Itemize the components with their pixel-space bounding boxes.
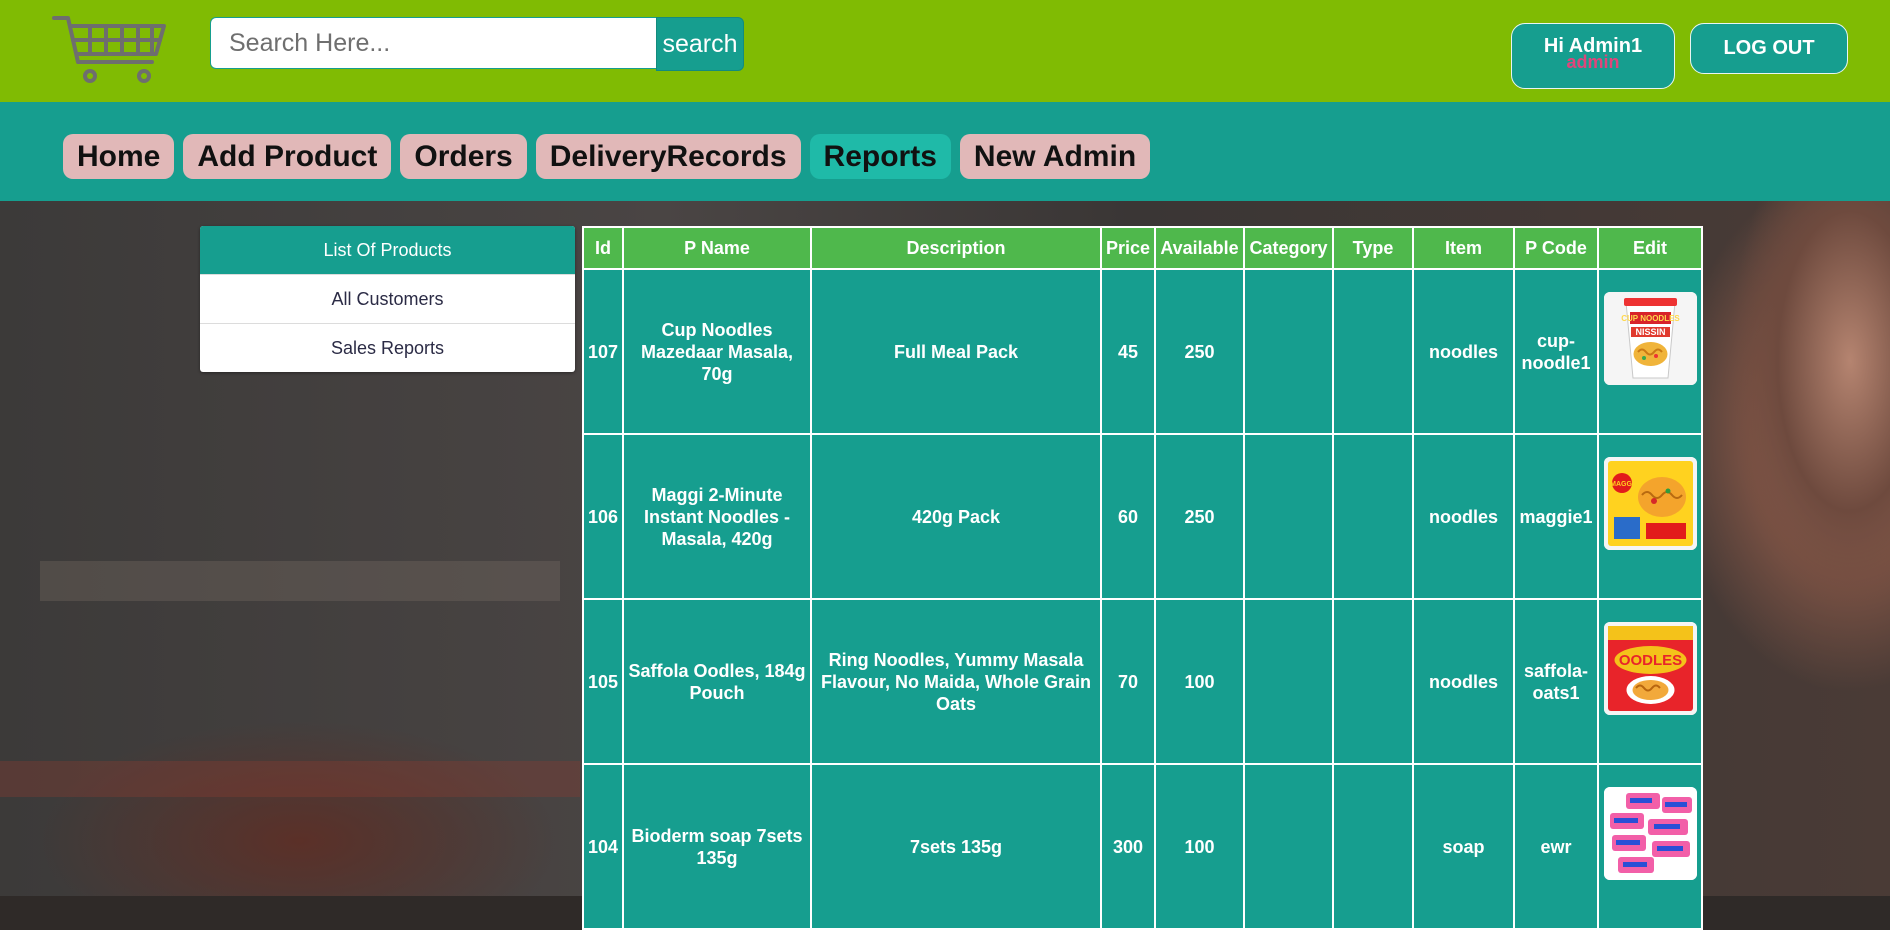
cell-description: Full Meal Pack [812, 270, 1102, 435]
column-header-pname: P Name [624, 228, 812, 270]
cell-id: 104 [584, 765, 624, 930]
cell-item: noodles [1414, 270, 1515, 435]
cell-pcode: cup-noodle1 [1515, 270, 1599, 435]
cell-type [1334, 600, 1414, 765]
cell-category [1245, 765, 1334, 930]
cell-pname: Bioderm soap 7sets 135g [624, 765, 812, 930]
cell-pcode: saffola-oats1 [1515, 600, 1599, 765]
cell-item: noodles [1414, 600, 1515, 765]
cell-type [1334, 435, 1414, 600]
products-table: Id P Name Description Price Available Ca… [582, 226, 1703, 930]
search-form: search [210, 17, 744, 71]
cell-id: 105 [584, 600, 624, 765]
cell-available: 100 [1156, 600, 1245, 765]
nav-item-add-product[interactable]: Add Product [183, 134, 392, 179]
cell-id: 106 [584, 435, 624, 600]
table-row: 105 Saffola Oodles, 184g Pouch Ring Nood… [584, 600, 1703, 765]
cell-category [1245, 600, 1334, 765]
nav-bar: Home Add Product Orders DeliveryRecords … [0, 102, 1890, 201]
svg-text:CUP NOODLES: CUP NOODLES [1621, 314, 1680, 323]
background-shelf [40, 561, 560, 601]
cell-price: 70 [1102, 600, 1156, 765]
svg-text:NISSIN: NISSIN [1635, 327, 1665, 337]
cell-edit [1599, 765, 1703, 930]
cell-item: soap [1414, 765, 1515, 930]
table-row: 106 Maggi 2-Minute Instant Noodles - Mas… [584, 435, 1703, 600]
nav-item-reports[interactable]: Reports [809, 134, 951, 179]
bioderm-soap-image-icon[interactable] [1603, 787, 1697, 880]
background-person [1700, 201, 1890, 896]
side-item-sales-reports[interactable]: Sales Reports [200, 323, 575, 372]
cell-type [1334, 765, 1414, 930]
column-header-type: Type [1334, 228, 1414, 270]
svg-text:MAGGI: MAGGI [1610, 481, 1634, 488]
shopping-cart-icon[interactable] [52, 14, 168, 86]
nav-list: Home Add Product Orders DeliveryRecords … [63, 134, 1151, 179]
top-bar: search Hi Admin1 admin LOG OUT [0, 0, 1890, 102]
cell-id: 107 [584, 270, 624, 435]
user-menu-button[interactable]: Hi Admin1 admin [1511, 23, 1675, 89]
cell-type [1334, 270, 1414, 435]
cell-item: noodles [1414, 435, 1515, 600]
cell-pname: Saffola Oodles, 184g Pouch [624, 600, 812, 765]
column-header-description: Description [812, 228, 1102, 270]
cell-description: 7sets 135g [812, 765, 1102, 930]
user-role: admin [1566, 52, 1620, 72]
cell-edit: MAGGI [1599, 435, 1703, 600]
column-header-available: Available [1156, 228, 1245, 270]
cell-available: 250 [1156, 270, 1245, 435]
table-header-row: Id P Name Description Price Available Ca… [584, 228, 1703, 270]
oodles-pouch-image-icon[interactable]: OODLES [1603, 622, 1697, 715]
products-table-wrap: Id P Name Description Price Available Ca… [582, 226, 1703, 930]
side-item-all-customers[interactable]: All Customers [200, 274, 575, 323]
nav-item-home[interactable]: Home [63, 134, 175, 179]
cell-category [1245, 435, 1334, 600]
table-row: 104 Bioderm soap 7sets 135g 7sets 135g 3… [584, 765, 1703, 930]
nav-item-orders[interactable]: Orders [400, 134, 527, 179]
column-header-price: Price [1102, 228, 1156, 270]
column-header-pcode: P Code [1515, 228, 1599, 270]
cell-available: 100 [1156, 765, 1245, 930]
nav-item-delivery-records[interactable]: DeliveryRecords [535, 134, 801, 179]
search-input[interactable] [210, 17, 656, 69]
background-shelf [0, 761, 580, 797]
cell-available: 250 [1156, 435, 1245, 600]
cell-pcode: ewr [1515, 765, 1599, 930]
cell-price: 60 [1102, 435, 1156, 600]
logout-button[interactable]: LOG OUT [1690, 23, 1848, 74]
maggi-pack-image-icon[interactable]: MAGGI [1603, 457, 1697, 550]
column-header-category: Category [1245, 228, 1334, 270]
cell-description: Ring Noodles, Yummy Masala Flavour, No M… [812, 600, 1102, 765]
cell-category [1245, 270, 1334, 435]
svg-text:OODLES: OODLES [1618, 652, 1681, 669]
cell-pname: Maggi 2-Minute Instant Noodles - Masala,… [624, 435, 812, 600]
cell-edit: OODLES [1599, 600, 1703, 765]
search-button[interactable]: search [656, 17, 744, 71]
column-header-id: Id [584, 228, 624, 270]
cell-price: 45 [1102, 270, 1156, 435]
table-row: 107 Cup Noodles Mazedaar Masala, 70g Ful… [584, 270, 1703, 435]
cell-description: 420g Pack [812, 435, 1102, 600]
cell-pcode: maggie1 [1515, 435, 1599, 600]
side-item-list-of-products[interactable]: List Of Products [200, 226, 575, 274]
cell-edit: CUP NOODLES NISSIN [1599, 270, 1703, 435]
side-menu: List Of Products All Customers Sales Rep… [200, 226, 575, 372]
nav-item-new-admin[interactable]: New Admin [959, 134, 1151, 179]
column-header-edit: Edit [1599, 228, 1703, 270]
column-header-item: Item [1414, 228, 1515, 270]
cell-price: 300 [1102, 765, 1156, 930]
cell-pname: Cup Noodles Mazedaar Masala, 70g [624, 270, 812, 435]
cup-noodles-image-icon[interactable]: CUP NOODLES NISSIN [1603, 292, 1697, 385]
